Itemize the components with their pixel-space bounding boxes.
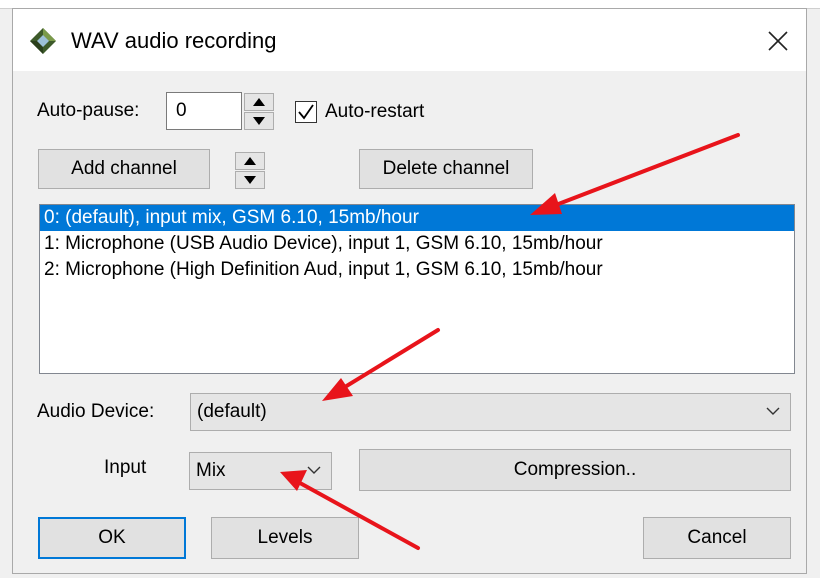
ok-button[interactable]: OK [38, 517, 186, 559]
auto-pause-label: Auto-pause: [37, 100, 140, 121]
input-label: Input [104, 457, 147, 478]
triangle-down-icon [253, 117, 265, 125]
delete-channel-button-label: Delete channel [382, 158, 510, 179]
close-icon [768, 31, 788, 51]
auto-pause-spinner [244, 93, 274, 131]
triangle-up-icon [253, 98, 265, 106]
diamond-app-icon [29, 27, 57, 55]
delete-channel-button[interactable]: Delete channel [359, 149, 533, 189]
cancel-button-label: Cancel [687, 527, 747, 548]
wav-recording-dialog: WAV audio recording Auto-pause: 0 Auto-r… [12, 8, 807, 574]
close-button[interactable] [756, 21, 800, 61]
channel-order-spinner [235, 152, 265, 190]
levels-button-label: Levels [257, 527, 313, 548]
levels-button[interactable]: Levels [211, 517, 359, 559]
audio-device-label: Audio Device: [37, 401, 155, 422]
add-channel-button[interactable]: Add channel [38, 149, 210, 189]
triangle-up-icon [244, 157, 256, 165]
auto-restart-label: Auto-restart [325, 101, 425, 122]
move-channel-down-button[interactable] [235, 171, 265, 189]
list-item[interactable]: 0: (default), input mix, GSM 6.10, 15mb/… [40, 205, 794, 231]
window-title: WAV audio recording [71, 28, 277, 53]
ok-button-label: OK [98, 527, 126, 548]
compression-button[interactable]: Compression.. [359, 449, 791, 491]
audio-device-dropdown[interactable]: (default) [190, 393, 791, 431]
add-channel-button-label: Add channel [71, 158, 177, 179]
triangle-down-icon [244, 176, 256, 184]
auto-pause-up-button[interactable] [244, 93, 274, 111]
auto-pause-down-button[interactable] [244, 112, 274, 130]
title-bar: WAV audio recording [13, 9, 806, 71]
list-item[interactable]: 1: Microphone (USB Audio Device), input … [40, 231, 794, 257]
input-value: Mix [196, 460, 226, 481]
move-channel-up-button[interactable] [235, 152, 265, 170]
chevron-down-icon [307, 466, 321, 474]
audio-device-value: (default) [197, 401, 267, 422]
checkmark-icon [298, 104, 314, 120]
auto-restart-checkbox[interactable] [295, 101, 317, 123]
auto-pause-input[interactable]: 0 [166, 92, 242, 130]
list-item[interactable]: 2: Microphone (High Definition Aud, inpu… [40, 257, 794, 283]
input-dropdown[interactable]: Mix [189, 452, 332, 490]
channel-list[interactable]: 0: (default), input mix, GSM 6.10, 15mb/… [39, 204, 795, 374]
cancel-button[interactable]: Cancel [643, 517, 791, 559]
chevron-down-icon [766, 407, 780, 415]
compression-button-label: Compression.. [513, 459, 637, 480]
